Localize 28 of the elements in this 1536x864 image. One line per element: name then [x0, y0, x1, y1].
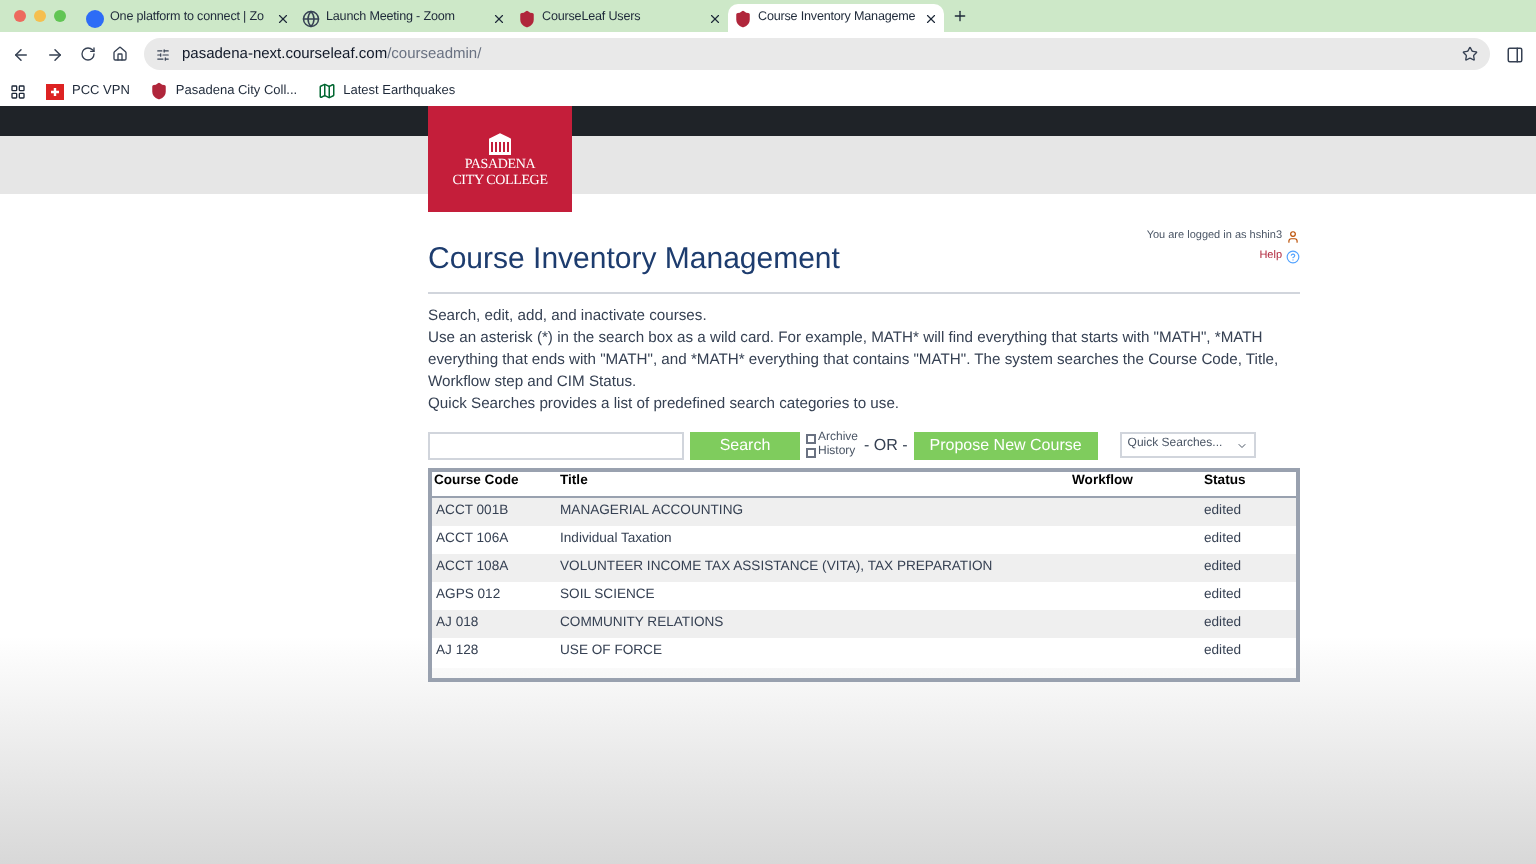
close-icon[interactable] — [924, 11, 938, 25]
reload-icon[interactable] — [80, 46, 96, 62]
checkbox[interactable] — [806, 447, 816, 457]
help-icon — [1286, 249, 1300, 264]
user-icon — [1286, 229, 1300, 244]
globe-icon — [302, 9, 320, 27]
site-settings-icon[interactable] — [156, 47, 170, 61]
bookmark-star-icon[interactable] — [1462, 46, 1478, 62]
side-panel-icon[interactable] — [1506, 45, 1524, 63]
back-icon[interactable] — [12, 45, 30, 63]
cross-icon — [46, 83, 64, 99]
shield-icon — [149, 82, 168, 100]
page-title: Course Inventory Management — [428, 240, 840, 280]
close-icon[interactable] — [276, 11, 290, 25]
shield-icon — [518, 9, 536, 27]
checkbox[interactable] — [806, 433, 816, 443]
shield-icon — [734, 9, 752, 27]
building-icon — [486, 131, 514, 155]
chevron-down-icon — [1235, 439, 1248, 451]
home-icon[interactable] — [112, 46, 128, 62]
close-icon[interactable] — [708, 11, 722, 25]
forward-icon[interactable] — [46, 45, 64, 63]
close-icon[interactable] — [492, 11, 506, 25]
apps-icon[interactable] — [10, 83, 26, 99]
search-field[interactable] — [428, 431, 684, 459]
map-icon — [317, 82, 336, 100]
or-separator: - OR - — [864, 433, 908, 457]
new-tab-icon[interactable] — [952, 8, 968, 24]
